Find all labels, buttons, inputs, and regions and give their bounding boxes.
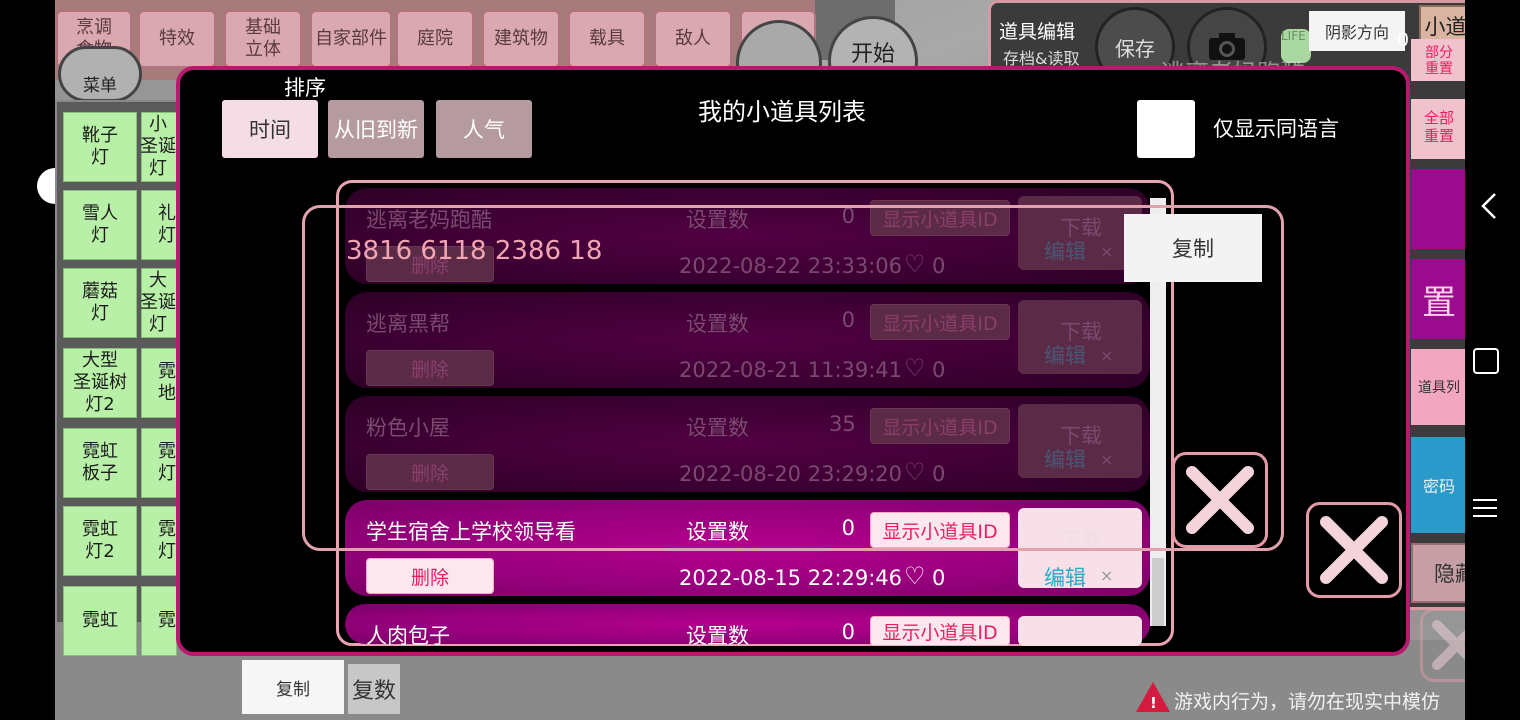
item-tile[interactable]: 霓虹 板子 bbox=[63, 428, 137, 498]
prop-list-button[interactable]: 道具列 bbox=[1411, 349, 1467, 425]
item-tile-label: 雪人 灯 bbox=[82, 203, 118, 246]
category-tab-7[interactable]: 敌人 bbox=[654, 10, 732, 68]
save-label: 保存 bbox=[1115, 36, 1155, 61]
shadow-value: 0 bbox=[1397, 29, 1410, 51]
item-tile-label: 霓虹 板子 bbox=[82, 441, 118, 484]
menu-icon[interactable] bbox=[1473, 498, 1497, 518]
count-value: 0 bbox=[841, 620, 855, 644]
category-label: 载具 bbox=[589, 28, 625, 49]
download-edit-button[interactable] bbox=[1018, 616, 1142, 646]
prop-id-text: 3816 6118 2386 18 bbox=[346, 236, 603, 266]
bottom-copy-label: 复制 bbox=[276, 679, 310, 700]
item-tile[interactable]: 霓虹 灯2 bbox=[63, 506, 137, 576]
item-tile[interactable]: 霓虹 bbox=[63, 586, 137, 656]
close-icon bbox=[1320, 516, 1388, 584]
warning-text: 游戏内行为，请勿在现实中模仿 bbox=[1174, 691, 1441, 713]
system-nav-bar bbox=[1465, 0, 1520, 720]
category-tab-4[interactable]: 庭院 bbox=[396, 10, 474, 68]
sort-option-1[interactable]: 从旧到新 bbox=[328, 100, 424, 158]
duplicate-label: 复数 bbox=[351, 679, 396, 704]
reset-all-button[interactable]: 全部 重置 bbox=[1411, 99, 1467, 159]
count-label: 设置数 bbox=[686, 624, 749, 648]
category-tab-3[interactable]: 自家部件 bbox=[310, 10, 392, 68]
item-tile-label: 霓 地 bbox=[158, 361, 176, 404]
item-tile-label: 霓虹 灯2 bbox=[82, 519, 118, 562]
sort-option-label: 人气 bbox=[463, 118, 505, 142]
item-tile[interactable]: 大 圣诞 灯 bbox=[140, 268, 177, 338]
menu-label: 菜单 bbox=[83, 75, 117, 96]
edit-label[interactable]: 编辑 bbox=[1044, 562, 1086, 592]
password-button[interactable]: 密码 bbox=[1411, 437, 1467, 533]
item-tile-label: 小 圣诞 灯 bbox=[140, 114, 176, 179]
item-tile-label: 霓 灯 bbox=[158, 519, 176, 562]
item-tile[interactable]: 礼 灯 bbox=[141, 190, 177, 260]
item-tile-label: 霓 bbox=[158, 610, 176, 631]
close-popup-button[interactable] bbox=[1172, 452, 1268, 548]
bottom-copy-button[interactable]: 复制 bbox=[242, 660, 344, 714]
item-tile[interactable]: 蘑菇 灯 bbox=[63, 268, 137, 338]
home-icon[interactable] bbox=[1473, 348, 1499, 374]
category-label: 建筑物 bbox=[494, 28, 548, 49]
partial-reset-button[interactable]: 部分 重置 bbox=[1411, 39, 1467, 81]
copy-id-button[interactable]: 复制 bbox=[1124, 214, 1262, 282]
shadow-label: 阴影方向 bbox=[1324, 23, 1389, 42]
category-label: 庭院 bbox=[417, 28, 453, 49]
back-icon[interactable] bbox=[1477, 192, 1501, 219]
heart-icon: ♡ bbox=[904, 562, 926, 590]
sort-option-label: 从旧到新 bbox=[334, 118, 418, 142]
delete-button[interactable]: 删除 bbox=[366, 558, 494, 594]
item-tile-label: 靴子 灯 bbox=[82, 125, 118, 168]
left-black-bar bbox=[0, 0, 55, 720]
sort-option-0[interactable]: 时间 bbox=[222, 100, 318, 158]
item-tile[interactable]: 小 圣诞 灯 bbox=[140, 112, 177, 182]
category-label: 特效 bbox=[159, 28, 195, 49]
item-tile[interactable]: 霓 bbox=[141, 586, 177, 656]
upload-date: 2022-08-15 22:29:46 bbox=[679, 566, 903, 590]
category-label: 敌人 bbox=[675, 28, 711, 49]
item-tile[interactable]: 霓 地 bbox=[141, 348, 177, 418]
category-label: 基础 立体 bbox=[245, 17, 281, 60]
warning-mark: ! bbox=[1150, 694, 1157, 712]
delete-label: 删除 bbox=[410, 566, 449, 589]
duplicate-button[interactable]: 复数 bbox=[348, 664, 400, 714]
item-tile[interactable]: 霓 灯 bbox=[141, 428, 177, 498]
item-tile-label: 霓 灯 bbox=[158, 441, 176, 484]
item-tile[interactable]: 雪人 灯 bbox=[63, 190, 137, 260]
item-tile[interactable]: 靴子 灯 bbox=[63, 112, 137, 182]
prop-name: 人肉包子 bbox=[366, 624, 450, 648]
copy-id-label: 复制 bbox=[1172, 237, 1214, 261]
sort-label: 排序 bbox=[284, 76, 326, 100]
close-modal-button[interactable] bbox=[1306, 502, 1402, 598]
list-scrollbar-thumb[interactable] bbox=[1152, 558, 1164, 626]
panel-title: 道具编辑 bbox=[999, 21, 1076, 43]
item-tile[interactable]: 大型 圣诞树 灯2 bbox=[63, 348, 137, 418]
same-language-checkbox[interactable] bbox=[1137, 100, 1195, 158]
item-tile-label: 霓虹 bbox=[82, 610, 118, 631]
show-id-button[interactable]: 显示小道具ID bbox=[870, 616, 1010, 646]
close-icon bbox=[1186, 466, 1254, 534]
category-tab-5[interactable]: 建筑物 bbox=[482, 10, 560, 68]
item-tile-label: 礼 灯 bbox=[158, 203, 176, 246]
item-tile-label: 蘑菇 灯 bbox=[82, 281, 118, 324]
sort-option-2[interactable]: 人气 bbox=[436, 100, 532, 158]
category-tab-1[interactable]: 特效 bbox=[138, 10, 216, 68]
item-tile-label: 大型 圣诞树 灯2 bbox=[73, 350, 127, 415]
remove-x[interactable]: × bbox=[1100, 566, 1113, 585]
modal-title: 我的小道具列表 bbox=[698, 98, 866, 126]
like-count: 0 bbox=[932, 566, 946, 590]
item-tile-label: 大 圣诞 灯 bbox=[140, 270, 176, 335]
purple-block bbox=[1411, 169, 1467, 249]
same-language-label: 仅显示同语言 bbox=[1213, 117, 1339, 141]
category-label: 自家部件 bbox=[315, 28, 387, 49]
item-tile[interactable]: 霓 灯 bbox=[141, 506, 177, 576]
show-id-label: 显示小道具ID bbox=[882, 621, 998, 644]
sort-option-label: 时间 bbox=[249, 118, 291, 142]
start-label: 开始 bbox=[850, 42, 895, 67]
category-tab-2[interactable]: 基础 立体 bbox=[224, 10, 302, 68]
big-label-tile[interactable]: 置 bbox=[1411, 259, 1467, 339]
category-tab-6[interactable]: 载具 bbox=[568, 10, 646, 68]
menu-button[interactable]: 菜单 bbox=[58, 46, 142, 102]
shadow-direction-button[interactable]: 阴影方向 bbox=[1309, 11, 1405, 51]
